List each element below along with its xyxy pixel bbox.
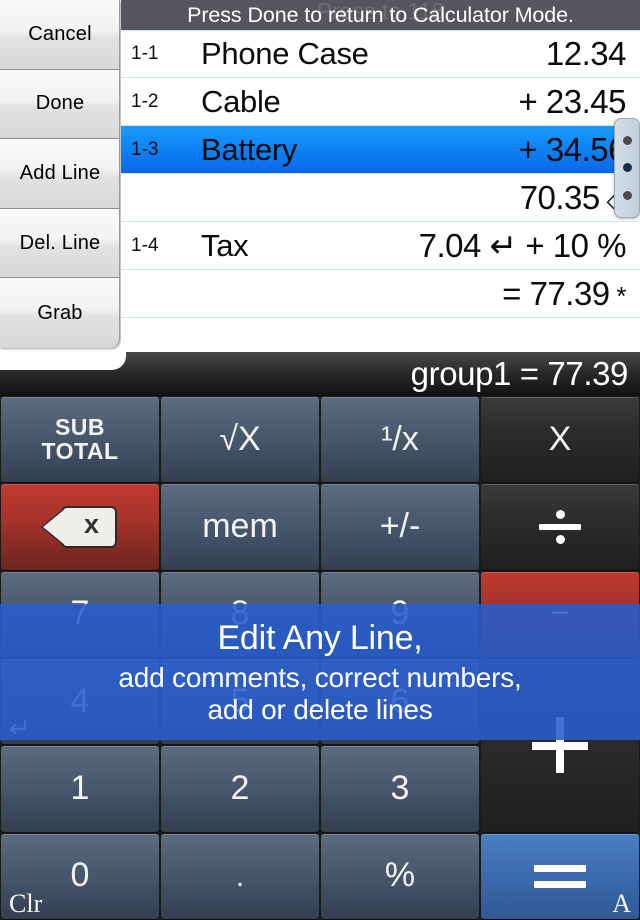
key-digit-2[interactable]: 2 <box>161 746 319 832</box>
banner-line-1: Edit Any Line, <box>217 618 423 657</box>
tape-row[interactable]: 1-2 Cable + 23.45 <box>121 78 640 126</box>
key-digit-0-clear[interactable]: 0 Clr <box>1 833 159 919</box>
key-digit-1[interactable]: 1 <box>1 746 159 832</box>
sidebar-button-label: Add Line <box>19 161 101 184</box>
banner-line-2: add comments, correct numbers, <box>118 661 522 693</box>
key-square-root[interactable]: √X <box>161 397 319 483</box>
sidebar-button-label: Done <box>35 92 85 115</box>
equals-icon <box>534 864 586 888</box>
picker-dot <box>622 136 632 146</box>
tape-row[interactable]: = 77.39 * <box>121 270 640 318</box>
tape-row-label: Tax <box>201 227 249 263</box>
key-equals[interactable]: A <box>481 833 639 919</box>
tape-row-label: Phone Case <box>201 36 369 71</box>
hint-bar: Press to 118 Press Done to return to Cal… <box>121 0 640 30</box>
key-label: +/- <box>379 507 421 546</box>
key-label: 2 <box>230 769 250 808</box>
row-picker-handle[interactable] <box>614 118 640 218</box>
key-decimal-point[interactable]: . <box>161 833 319 919</box>
key-label: SUB TOTAL <box>41 414 119 464</box>
tape-row-number: 1-3 <box>131 138 159 160</box>
edit-panel: Cancel Done Add Line Del. Line Grab Press to… <box>0 0 640 352</box>
key-secondary-label[interactable]: A <box>612 889 631 917</box>
sidebar-button-done[interactable]: Done <box>0 69 119 140</box>
key-label: mem <box>202 507 278 546</box>
tape-row[interactable]: 1-4 Tax 7.04 ↵ + 10 % <box>121 222 640 270</box>
tape-row[interactable]: 1-3 Battery + 34.56 <box>121 126 640 174</box>
key-reciprocal[interactable]: ¹/x <box>321 397 479 483</box>
result-bar: group1 = 77.39 <box>0 352 640 396</box>
key-label: X <box>548 419 572 458</box>
key-label: 0 <box>70 856 90 895</box>
key-memory[interactable]: mem <box>161 484 319 570</box>
banner-line-3: add or delete lines <box>207 693 433 725</box>
tape-row-number: 1-1 <box>131 43 159 64</box>
key-label: % <box>384 856 416 895</box>
edit-sidebar: Cancel Done Add Line Del. Line Grab <box>0 0 120 348</box>
key-divide[interactable] <box>481 484 639 570</box>
sidebar-button-del-line[interactable]: Del. Line <box>0 208 119 279</box>
sidebar-button-label: Cancel <box>28 22 92 45</box>
sidebar-button-cancel[interactable]: Cancel <box>0 0 119 70</box>
key-multiply[interactable]: X <box>481 397 639 483</box>
tape-row[interactable]: 1-1 Phone Case 12.34 <box>121 30 640 78</box>
sidebar-button-label: Del. Line <box>19 231 101 254</box>
tape-row-number: 1-4 <box>131 234 159 256</box>
hint-text: Press Done to return to Calculator Mode. <box>187 2 574 27</box>
sidebar-button-grab[interactable]: Grab <box>0 278 119 348</box>
tape-row[interactable]: 70.35 ◇ <box>121 174 640 222</box>
divide-icon <box>539 509 581 544</box>
key-label: √X <box>219 419 261 458</box>
key-percent[interactable]: % <box>321 833 479 919</box>
tape-row-value: 12.34 <box>545 35 627 72</box>
tape-row-label: Battery <box>201 131 298 167</box>
calculator-app: Cancel Done Add Line Del. Line Grab Press to… <box>0 0 640 920</box>
key-digit-3[interactable]: 3 <box>321 746 479 832</box>
backspace-icon: x <box>43 505 117 548</box>
sidebar-button-add-line[interactable]: Add Line <box>0 139 119 209</box>
tutorial-banner[interactable]: Edit Any Line, add comments, correct num… <box>0 604 640 740</box>
result-bar-notch <box>0 352 126 370</box>
tape-row-value: + 23.45 <box>518 82 626 120</box>
key-label: 1 <box>70 769 90 808</box>
picker-dot <box>622 163 632 173</box>
tape-list[interactable]: 1-1 Phone Case 12.34 1-2 Cable + 23.45 1-3 Batt… <box>121 30 640 352</box>
tape-row-label: Cable <box>201 83 281 119</box>
tape-row-value: 7.04 ↵ + 10 % <box>418 227 627 264</box>
tape-row-mark-icon: * <box>609 280 626 311</box>
sidebar-button-label: Grab <box>37 301 83 324</box>
tape-panel: Press to 118 Press Done to return to Cal… <box>121 0 640 352</box>
tape-row-value: = 77.39 * <box>502 274 626 312</box>
key-secondary-label[interactable]: Clr <box>9 889 42 917</box>
key-label: 3 <box>390 769 410 808</box>
key-label: ¹/x <box>381 419 419 458</box>
key-backspace[interactable]: x <box>1 484 159 570</box>
tape-row-number: 1-2 <box>131 90 159 112</box>
key-label: . <box>235 859 245 893</box>
key-sub-total[interactable]: SUB TOTAL <box>1 397 159 483</box>
key-plus-minus[interactable]: +/- <box>321 484 479 570</box>
picker-dot <box>622 190 632 200</box>
result-total: group1 = 77.39 <box>410 355 629 392</box>
